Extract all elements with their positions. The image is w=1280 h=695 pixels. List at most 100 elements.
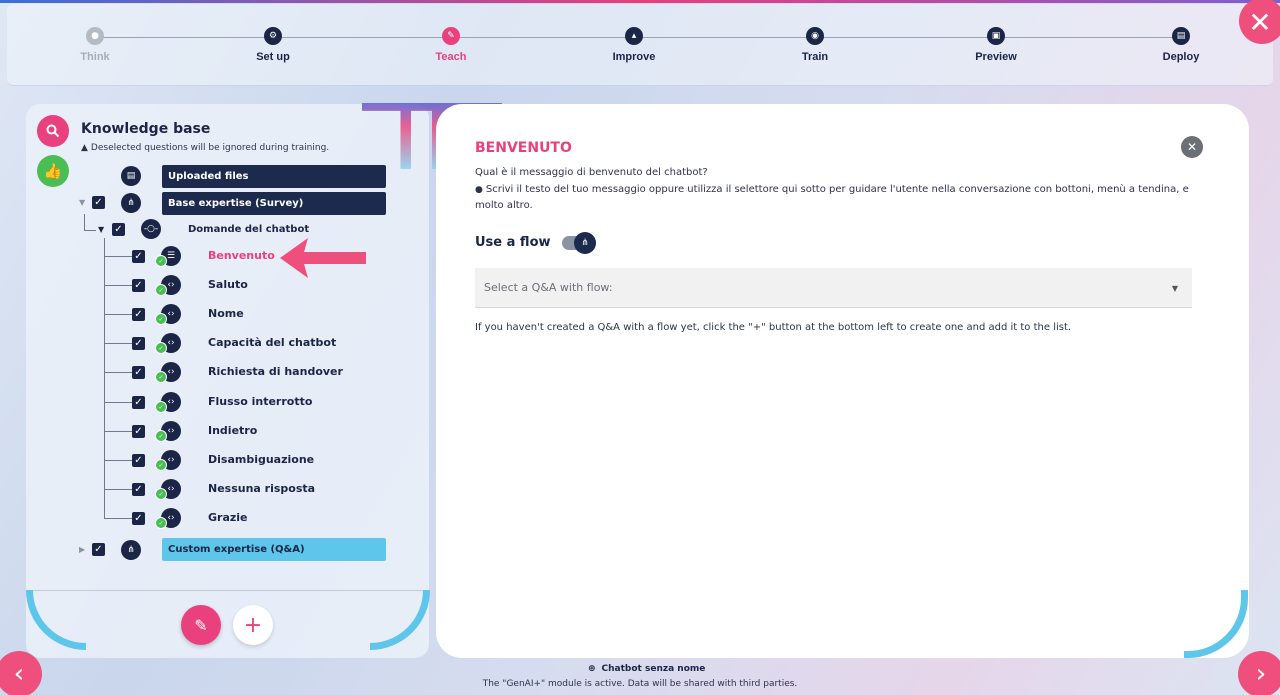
tree-item-label[interactable]: Indietro — [208, 424, 257, 437]
tree-line — [104, 431, 132, 432]
group-checkbox[interactable]: ✓ — [112, 223, 125, 236]
lightbulb-icon: ● — [86, 27, 104, 45]
code-icon: ‹› ✓ — [155, 333, 181, 354]
item-checkbox[interactable]: ✓ — [132, 337, 145, 350]
tree-item-label[interactable]: Richiesta di handover — [208, 365, 343, 378]
search-icon — [46, 124, 60, 138]
add-button[interactable]: + — [233, 605, 273, 645]
base-expertise-item[interactable]: Base expertise (Survey) — [162, 192, 386, 215]
code-icon: ‹› ✓ — [155, 275, 181, 296]
editor-question: Qual è il messaggio di benvenuto del cha… — [475, 167, 708, 178]
step-label: Set up — [256, 51, 290, 63]
item-checkbox[interactable]: ✓ — [132, 250, 145, 263]
status-check-icon: ✓ — [155, 488, 167, 500]
step-think[interactable]: ● Think — [35, 27, 155, 63]
tree-line — [84, 214, 85, 230]
step-label: Deploy — [1162, 51, 1200, 63]
tree-item-label[interactable]: Saluto — [208, 278, 248, 291]
status-check-icon: ✓ — [155, 342, 167, 354]
tree-item-label[interactable]: Nessuna risposta — [208, 482, 315, 495]
knowledge-base-title: Knowledge base — [81, 121, 211, 137]
uploaded-files-item[interactable]: Uploaded files — [162, 165, 386, 188]
base-expertise-checkbox[interactable]: ✓ — [92, 196, 105, 209]
status-check-icon: ✓ — [155, 401, 167, 413]
editor-info: ● Scrivi il testo del tuo messaggio oppur… — [475, 182, 1205, 214]
code-icon: ‹› ✓ — [155, 421, 181, 442]
step-deploy[interactable]: ▤ Deploy — [1121, 27, 1241, 63]
code-icon: ‹› ✓ — [155, 479, 181, 500]
close-icon: ✕ — [1186, 140, 1198, 154]
magic-wand-icon: ✎ — [194, 615, 208, 635]
tree-line — [104, 256, 132, 257]
item-checkbox[interactable]: ✓ — [132, 279, 145, 292]
tree-item-label[interactable]: Disambiguazione — [208, 453, 314, 466]
like-button[interactable]: 👍 — [37, 155, 69, 187]
flow-select[interactable]: Select a Q&A with flow: ▼ — [475, 268, 1192, 308]
text-message-icon: ☰ ✓ — [155, 246, 181, 267]
magic-wand-button[interactable]: ✎ — [181, 605, 221, 645]
tree-item-label[interactable]: Flusso interrotto — [208, 395, 312, 408]
group-label: Domande del chatbot — [188, 224, 310, 235]
use-flow-toggle[interactable]: ⋔ — [562, 232, 596, 254]
step-teach[interactable]: ✎ Teach — [391, 27, 511, 63]
item-checkbox[interactable]: ✓ — [132, 454, 145, 467]
step-setup[interactable]: ⚙ Set up — [213, 27, 333, 63]
tree-item-label[interactable]: Capacità del chatbot — [208, 336, 336, 349]
thumbs-up-icon: 👍 — [43, 162, 63, 180]
item-checkbox[interactable]: ✓ — [132, 366, 145, 379]
step-preview[interactable]: ▣ Preview — [936, 27, 1056, 63]
chevron-down-icon[interactable]: ▼ — [98, 225, 104, 234]
search-button[interactable] — [37, 115, 69, 147]
code-icon: ‹› ✓ — [155, 362, 181, 383]
flow-icon: ⋔ — [121, 540, 141, 560]
chevron-down-icon[interactable]: ▼ — [79, 198, 85, 207]
tree-line — [84, 230, 96, 231]
tree-line — [104, 489, 132, 490]
step-label: Train — [801, 51, 829, 63]
item-checkbox[interactable]: ✓ — [132, 425, 145, 438]
select-placeholder: Select a Q&A with flow: — [484, 281, 613, 294]
info-icon: ● — [475, 185, 483, 195]
item-checkbox[interactable]: ✓ — [132, 512, 145, 525]
globe-icon: ⊕ — [588, 664, 596, 674]
tree-item-label[interactable]: Benvenuto — [208, 249, 275, 262]
warning-icon: ▲ — [81, 143, 88, 153]
deploy-icon: ▤ — [1172, 27, 1190, 45]
status-check-icon: ✓ — [155, 313, 167, 325]
editor-title: BENVENUTO — [475, 140, 572, 156]
step-label: Teach — [435, 51, 467, 63]
code-icon: ‹› ✓ — [155, 450, 181, 471]
custom-expertise-checkbox[interactable]: ✓ — [92, 543, 105, 556]
close-panel-button[interactable]: ✕ — [1181, 136, 1203, 158]
brain-icon: ◉ — [806, 27, 824, 45]
close-icon: ✕ — [1248, 5, 1272, 39]
info-text: Scrivi il testo del tuo messaggio oppure… — [475, 184, 1189, 211]
stepper: ● Think ⚙ Set up ✎ Teach ▴ Improve ◉ Tra… — [7, 4, 1273, 86]
tree-line — [104, 343, 132, 344]
custom-expertise-item[interactable]: Custom expertise (Q&A) — [162, 538, 386, 561]
tree-item-label[interactable]: Nome — [208, 307, 244, 320]
status-check-icon: ✓ — [155, 371, 167, 383]
item-checkbox[interactable]: ✓ — [132, 396, 145, 409]
step-label: Improve — [612, 51, 656, 63]
chevron-right-icon[interactable]: ▶ — [79, 545, 85, 554]
code-icon: ‹› ✓ — [155, 304, 181, 325]
chart-icon: ▴ — [625, 27, 643, 45]
pointer-arrow-icon — [280, 238, 366, 278]
subtitle-text: Deselected questions will be ignored dur… — [90, 143, 330, 153]
status-check-icon: ✓ — [155, 430, 167, 442]
step-train[interactable]: ◉ Train — [755, 27, 875, 63]
footer-note: The "GenAI+" module is active. Data will… — [482, 679, 798, 689]
step-improve[interactable]: ▴ Improve — [574, 27, 694, 63]
use-flow-label: Use a flow — [475, 235, 551, 250]
tree-line — [104, 518, 132, 519]
item-checkbox[interactable]: ✓ — [132, 483, 145, 496]
code-icon: ‹› ✓ — [155, 508, 181, 529]
tree-item-label[interactable]: Grazie — [208, 511, 248, 524]
item-checkbox[interactable]: ✓ — [132, 308, 145, 321]
step-label: Preview — [975, 51, 1017, 63]
status-check-icon: ✓ — [155, 517, 167, 529]
tree-line — [104, 238, 105, 518]
close-editor-button[interactable]: ✕ — [1239, 0, 1280, 44]
preview-icon: ▣ — [987, 27, 1005, 45]
